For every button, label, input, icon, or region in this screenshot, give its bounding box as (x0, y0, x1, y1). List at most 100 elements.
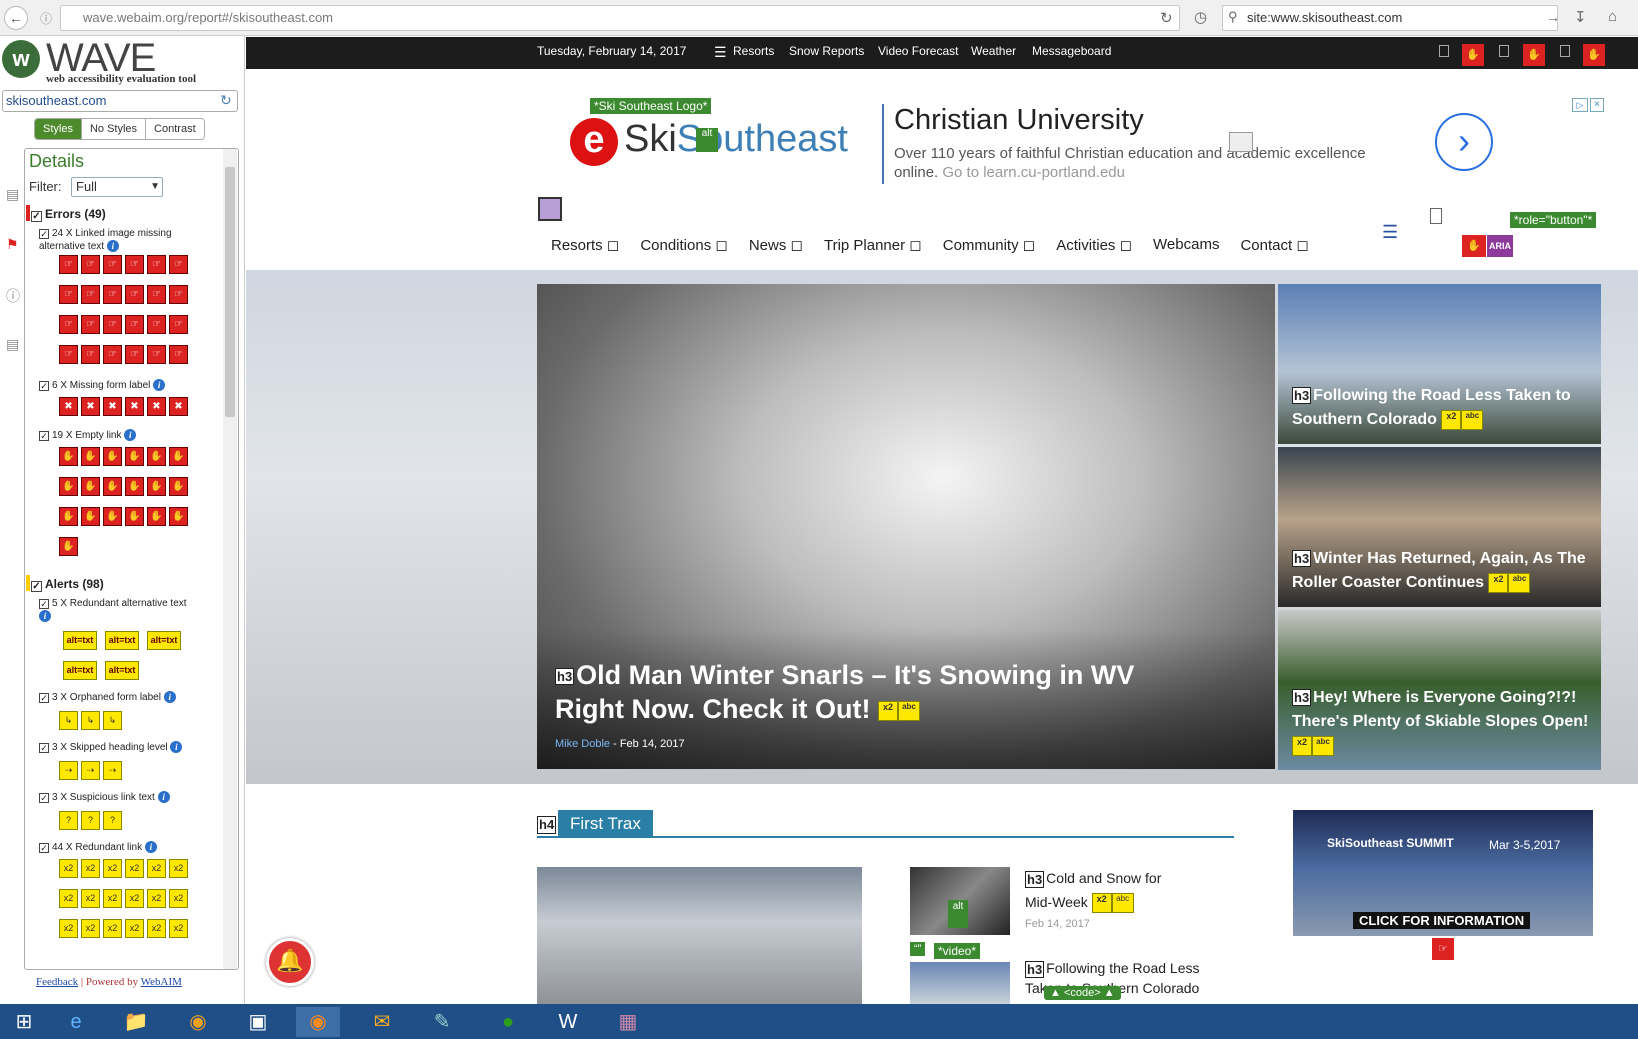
missing-label-error-icon[interactable]: ✖ (125, 397, 144, 416)
info-icon[interactable]: i (106, 240, 119, 252)
hero-author[interactable]: Mike Doble (555, 738, 610, 750)
redundant-link-icon[interactable]: x2 (103, 889, 122, 908)
redundant-link-icon[interactable]: x2 (59, 859, 78, 878)
wave-url-input[interactable]: skisoutheast.com (2, 90, 238, 112)
linked-image-error-icon[interactable]: ☞ (81, 345, 100, 364)
outlook-icon[interactable]: ✉ (360, 1007, 404, 1037)
empty-link-error-icon[interactable]: ✋ (169, 507, 188, 526)
redundant-link-icon[interactable]: x2 (125, 859, 144, 878)
linked-image-error-icon[interactable]: ☞ (103, 285, 122, 304)
error-item-missing-form-label[interactable]: ✓ 6 X Missing form label i (39, 379, 166, 392)
redundant-link-icon[interactable]: x2 (169, 919, 188, 938)
firefox-icon[interactable]: ◉ (296, 1007, 340, 1037)
redundant-link-icon[interactable]: x2 (169, 889, 188, 908)
empty-link-error-icon[interactable]: ✋ (147, 477, 166, 496)
linked-image-error-icon[interactable]: ☞ (59, 315, 78, 334)
go-arrow-icon[interactable]: → (1546, 9, 1560, 25)
alert-item-redundant-link[interactable]: ✓ 44 X Redundant link i (39, 841, 157, 854)
missing-label-error-icon[interactable]: ✖ (59, 397, 78, 416)
side-story-1[interactable]: h3 Following the Road Less Taken to South… (1278, 284, 1601, 444)
nav-news[interactable]: News ◻ (749, 236, 803, 254)
redundant-link-icon[interactable]: x2 (1292, 735, 1312, 756)
empty-link-error-icon[interactable]: ✋ (125, 477, 144, 496)
redundant-alt-icon[interactable]: alt=txt (63, 631, 97, 650)
alt-text-icon[interactable]: alt (948, 900, 968, 928)
linked-image-error-icon[interactable]: ☞ (125, 315, 144, 334)
tab-contrast[interactable]: Contrast (146, 119, 204, 139)
skipped-heading-icon[interactable]: ⇢ (81, 761, 100, 780)
linked-image-error-icon[interactable]: ☞ (147, 315, 166, 334)
redundant-alt-icon[interactable]: alt=txt (105, 631, 139, 650)
ad-banner[interactable]: Christian University Over 110 years of f… (882, 96, 1604, 186)
empty-link-error-icon[interactable]: ✋ (125, 447, 144, 466)
aria-icon[interactable]: ARIA (1487, 235, 1513, 257)
folder-icon[interactable]: 📁 (114, 1007, 158, 1037)
hero-main-story[interactable]: h3 Old Man Winter Snarls – It's Snowing i… (537, 284, 1275, 769)
checkbox[interactable]: ✓ (39, 431, 49, 441)
redundant-link-icon[interactable]: x2 (1441, 409, 1462, 430)
empty-link-error-icon[interactable]: ✋ (103, 477, 122, 496)
social-icon[interactable] (1560, 45, 1570, 57)
download-icon[interactable]: ↧ (1574, 8, 1587, 26)
topnav-video-forecast[interactable]: Video Forecast (878, 44, 959, 58)
empty-link-error-icon[interactable]: ✋ (125, 507, 144, 526)
linked-image-error-icon[interactable]: ☞ (125, 285, 144, 304)
back-button[interactable]: ← (4, 6, 28, 30)
quickbooks-icon[interactable]: ● (486, 1007, 530, 1037)
alt-text-icon[interactable]: alt (696, 128, 718, 152)
orphaned-label-icon[interactable]: ↳ (81, 711, 100, 730)
nav-conditions[interactable]: Conditions ◻ (640, 236, 728, 254)
redundant-link-icon[interactable]: x2 (103, 919, 122, 938)
scroll-thumb[interactable] (225, 167, 235, 417)
linked-image-error-icon[interactable]: ☞ (125, 345, 144, 364)
alert-item-orphaned-label[interactable]: ✓ 3 X Orphaned form label i (39, 691, 176, 704)
chrome-icon[interactable]: ◉ (176, 1007, 220, 1037)
checkbox[interactable]: ✓ (39, 229, 49, 239)
topnav-resorts[interactable]: Resorts (733, 44, 774, 58)
summary-icon[interactable]: ▤ (6, 186, 19, 203)
empty-link-error-icon[interactable]: ✋ (81, 447, 100, 466)
linked-image-error-icon[interactable]: ☞ (103, 315, 122, 334)
errors-category[interactable]: ✓ Errors (49) (31, 207, 106, 222)
suspicious-link-icon[interactable]: ? (81, 811, 100, 830)
empty-link-error-icon[interactable]: ✋ (169, 447, 188, 466)
info-icon[interactable]: i (157, 791, 170, 803)
orphaned-label-icon[interactable]: ↳ (103, 711, 122, 730)
side-story-3[interactable]: h3 Hey! Where is Everyone Going?!?! There… (1278, 610, 1601, 770)
linked-image-error-icon[interactable]: ☞ (147, 285, 166, 304)
ad-link[interactable]: Go to learn.cu-portland.edu (942, 164, 1125, 181)
checkbox[interactable]: ✓ (39, 693, 49, 703)
empty-link-error-icon[interactable]: ✋ (59, 477, 78, 496)
checkbox[interactable]: ✓ (39, 843, 49, 853)
nav-webcams[interactable]: Webcams (1153, 236, 1219, 254)
empty-link-error-icon[interactable]: ✋ (81, 477, 100, 496)
alert-item-skipped-heading[interactable]: ✓ 3 X Skipped heading level i (39, 741, 183, 754)
summit-promo-banner[interactable]: SkiSoutheast SUMMIT Mar 3-5,2017 CLICK F… (1293, 810, 1593, 936)
redundant-alt-icon[interactable]: alt=txt (147, 631, 181, 650)
search-input[interactable]: site:www.skisoutheast.com (1222, 5, 1558, 31)
redundant-link-icon[interactable]: x2 (81, 919, 100, 938)
linked-image-error-icon[interactable]: ☞ (169, 345, 188, 364)
redundant-link-icon[interactable]: x2 (125, 889, 144, 908)
filter-select[interactable]: Full ▼ (71, 177, 163, 197)
linked-image-error-icon[interactable]: ☞ (103, 345, 122, 364)
redundant-link-icon[interactable]: x2 (59, 919, 78, 938)
empty-link-error-icon[interactable]: ✋ (59, 507, 78, 526)
nav-resorts[interactable]: Resorts ◻ (551, 236, 619, 254)
linked-image-error-icon[interactable]: ☞ (103, 255, 122, 274)
app-icon[interactable]: ▣ (236, 1007, 280, 1037)
side-story-2[interactable]: h3 Winter Has Returned, Again, As The Rol… (1278, 447, 1601, 607)
empty-link-error-icon[interactable]: ✋ (1523, 44, 1545, 66)
skipped-heading-icon[interactable]: ⇢ (59, 761, 78, 780)
redundant-link-icon[interactable]: x2 (59, 889, 78, 908)
redundant-link-icon[interactable]: x2 (878, 700, 898, 721)
error-item-linked-image[interactable]: ✓ 24 X Linked image missing alternative t… (39, 227, 219, 253)
missing-label-error-icon[interactable]: ✖ (81, 397, 100, 416)
tab-styles[interactable]: Styles (35, 119, 82, 139)
topnav-weather[interactable]: Weather (971, 44, 1016, 58)
checkbox[interactable]: ✓ (39, 793, 49, 803)
errors-checkbox[interactable]: ✓ (31, 211, 42, 222)
checkbox[interactable]: ✓ (39, 599, 49, 609)
redundant-alt-icon[interactable]: alt=txt (105, 661, 139, 680)
redundant-link-icon[interactable]: x2 (81, 889, 100, 908)
